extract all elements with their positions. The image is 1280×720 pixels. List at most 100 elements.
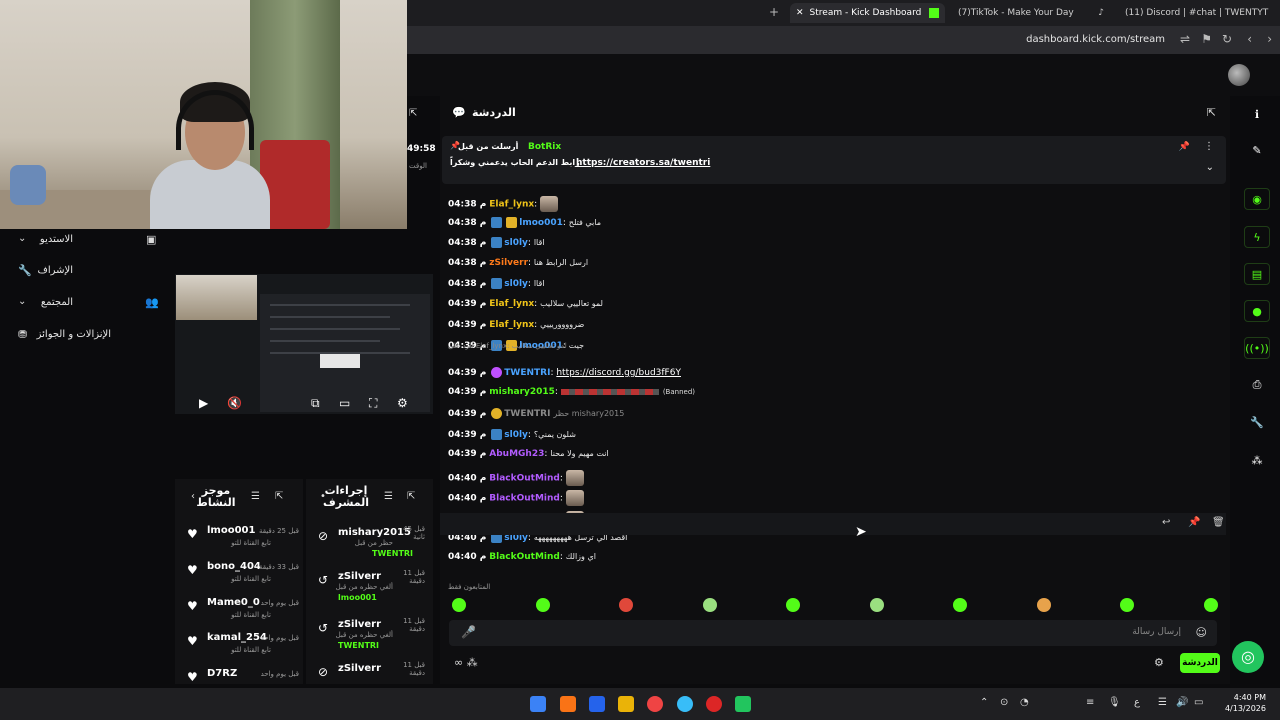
- mic-icon[interactable]: 🎤: [461, 625, 476, 639]
- chat-icon[interactable]: ●: [1244, 300, 1270, 322]
- message-username[interactable]: BlackOutMind: [489, 494, 560, 504]
- pinned-link[interactable]: https://creators.sa/twentri: [576, 158, 710, 168]
- avatar[interactable]: [1228, 64, 1250, 86]
- tab-kick-dashboard[interactable]: ✕ Stream - Kick Dashboard: [790, 3, 945, 23]
- chat-message[interactable]: 04:39 م AbuMGh23: انت مهيم ولا محنا: [448, 449, 1228, 469]
- username[interactable]: zSilverr: [338, 571, 381, 582]
- chat-input[interactable]: 🎤 إرسال رسالة ☺: [449, 620, 1217, 646]
- emote-button[interactable]: [535, 598, 550, 612]
- vscode-icon[interactable]: [589, 696, 605, 712]
- send-button[interactable]: الدردشة: [1180, 653, 1220, 673]
- app-icon[interactable]: [647, 696, 663, 712]
- obs-icon[interactable]: [706, 696, 722, 712]
- battery-icon[interactable]: ▭: [1194, 697, 1203, 708]
- message-username[interactable]: sl0ly: [504, 430, 528, 440]
- message-username[interactable]: sl0ly: [504, 279, 528, 289]
- chat-message[interactable]: 04:39 م mishary2015: (Banned): [448, 387, 1228, 407]
- bolt-icon[interactable]: ϟ: [1244, 226, 1270, 248]
- info-icon[interactable]: ℹ: [1244, 104, 1270, 126]
- moderator-name[interactable]: lmoo001: [338, 593, 377, 602]
- delete-icon[interactable]: 🗑: [1212, 517, 1225, 528]
- clock[interactable]: 4:40 PM 4/13/2026: [1225, 692, 1266, 714]
- moderator-name[interactable]: TWENTRI: [372, 549, 413, 558]
- chat-message[interactable]: 04:39 م sl0ly: شلون يمني؟: [448, 428, 1228, 449]
- sidebar-item-drops[interactable]: الإنزالات و الجوائز ⛃: [0, 326, 175, 346]
- username[interactable]: kamal_254: [207, 632, 267, 643]
- username[interactable]: zSilverr: [338, 663, 381, 674]
- chat-message[interactable]: 04:38 م Elaf_lynx:: [448, 196, 1228, 216]
- chat-message[interactable]: 04:39 م TWENTRI: https://discord.gg/bud3…: [448, 366, 1228, 387]
- chat-message[interactable]: 04:38 م zSilverr: ارسل الرابط هنا: [448, 258, 1228, 278]
- filter-icon[interactable]: ☰: [251, 491, 260, 502]
- emoji-icon[interactable]: ☺: [1196, 626, 1207, 639]
- tray-icon[interactable]: ≡: [1086, 697, 1094, 708]
- emote-button[interactable]: [786, 598, 800, 612]
- camera-icon[interactable]: ◉: [1244, 188, 1270, 210]
- message-username[interactable]: AbuMGh23: [489, 449, 544, 459]
- document-icon[interactable]: ▤: [1244, 263, 1270, 285]
- apps-icon[interactable]: ⁂: [1244, 450, 1270, 472]
- message-username[interactable]: sl0ly: [504, 238, 528, 248]
- sidebar-item-community[interactable]: ⌄ المجتمع 👥: [0, 294, 175, 314]
- mod-icon[interactable]: ⎙: [1244, 374, 1270, 396]
- message-username[interactable]: mishary2015: [489, 387, 555, 397]
- folder-icon[interactable]: [618, 696, 634, 712]
- kick-app-icon[interactable]: [735, 696, 751, 712]
- moderator-name[interactable]: TWENTRI: [338, 641, 379, 650]
- message-username[interactable]: Elaf_lynx: [489, 200, 534, 210]
- brave-icon[interactable]: [560, 696, 576, 712]
- message-username[interactable]: TWENTRI: [504, 368, 550, 378]
- message-username[interactable]: BlackOutMind: [489, 473, 560, 483]
- tune-icon[interactable]: ⇌: [1180, 32, 1190, 46]
- username[interactable]: zSilverr: [338, 619, 381, 630]
- forward-icon[interactable]: ›: [1267, 32, 1272, 46]
- emote-button[interactable]: [869, 598, 884, 612]
- close-icon[interactable]: ✕: [796, 8, 804, 18]
- chat-message[interactable]: 04:40 م BlackOutMind: اي وزالك: [448, 552, 1228, 572]
- sidebar-item-moderation[interactable]: الإشراف 🔧: [0, 262, 175, 282]
- tray-icon[interactable]: ◔: [1020, 697, 1029, 708]
- sidebar-item-studio[interactable]: ⌄ الاستديو ▣: [0, 231, 175, 251]
- message-username[interactable]: zSilverr: [489, 258, 528, 268]
- infinity-icon[interactable]: ∞ ⁂: [454, 656, 478, 669]
- windows-start-icon[interactable]: [530, 696, 546, 712]
- reply-icon[interactable]: ↩: [1162, 517, 1170, 528]
- chat-message[interactable]: 04:40 م BlackOutMind:: [448, 469, 1228, 490]
- wrench-icon[interactable]: 🔧: [1244, 412, 1270, 434]
- unpin-icon[interactable]: 📌: [1179, 142, 1190, 152]
- username[interactable]: Mame0_0: [207, 597, 260, 608]
- play-icon[interactable]: ▶: [199, 396, 208, 410]
- wifi-icon[interactable]: ☰: [1158, 697, 1167, 708]
- pin-icon[interactable]: 📌: [1188, 517, 1200, 528]
- emote-button[interactable]: [953, 598, 967, 612]
- reload-icon[interactable]: ↻: [1222, 32, 1232, 46]
- username[interactable]: D7RZ: [207, 668, 237, 679]
- volume-icon[interactable]: 🔊: [1176, 697, 1188, 708]
- help-button[interactable]: ◎: [1232, 641, 1264, 673]
- fullscreen-icon[interactable]: ⛶: [369, 396, 377, 411]
- expand-icon[interactable]: ⇱: [275, 491, 283, 502]
- message-username[interactable]: Elaf_lynx: [489, 299, 534, 309]
- message-username[interactable]: TWENTRI: [504, 409, 550, 419]
- emote-button[interactable]: [1036, 598, 1051, 612]
- pinned-username[interactable]: BotRix: [528, 142, 561, 152]
- url-text[interactable]: dashboard.kick.com/stream: [1026, 34, 1165, 45]
- filter-icon[interactable]: ☰: [384, 491, 393, 502]
- popout-icon[interactable]: ⇱: [1207, 106, 1216, 119]
- expand-icon[interactable]: ⇱: [407, 491, 415, 502]
- chat-message[interactable]: 04:39 م TWENTRI حظر mishary2015: [448, 408, 1228, 428]
- mic-icon[interactable]: 🎙: [1108, 697, 1121, 708]
- emote-button[interactable]: [619, 598, 633, 612]
- emote-button[interactable]: [452, 598, 466, 612]
- new-tab-icon[interactable]: +: [769, 5, 779, 19]
- emote-button[interactable]: [1203, 598, 1218, 612]
- username[interactable]: bono_404: [207, 561, 261, 572]
- message-link[interactable]: https://discord.gg/bud3fF6Y: [556, 368, 681, 378]
- chat-message[interactable]: 04:38 م sl0ly: اقاا: [448, 278, 1228, 298]
- edit-icon[interactable]: ✎: [1244, 140, 1270, 162]
- chat-message[interactable]: 04:39 م Elaf_lynx: لمو تعالييي سلاليب: [448, 299, 1228, 319]
- chat-message[interactable]: 04:39 م Elaf_lynx: ضرووووريييي: [448, 320, 1228, 340]
- mute-icon[interactable]: 🔇: [227, 396, 242, 410]
- gear-icon[interactable]: ⚙: [1154, 656, 1164, 669]
- language-indicator[interactable]: ع: [1134, 697, 1140, 708]
